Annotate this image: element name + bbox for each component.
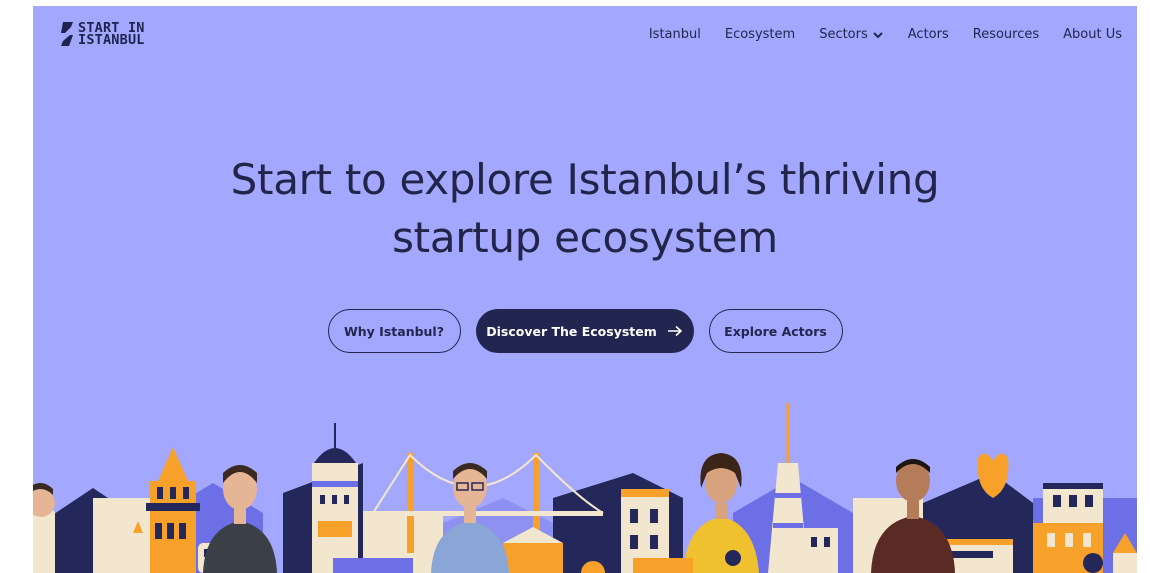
skyline-illustration [33,403,1137,573]
nav-item-label: Actors [907,27,949,42]
nav-item-label: Sectors [819,27,868,42]
why-istanbul-label: Why Istanbul? [344,323,444,339]
logo[interactable]: START IN ISTANBUL [60,21,145,47]
discover-ecosystem-button[interactable]: Discover The Ecosystem [475,309,694,353]
why-istanbul-button[interactable]: Why Istanbul? [327,309,461,353]
nav-item-label: Resources [972,27,1040,42]
hero-title-line-1: Start to explore Istanbul’s thriving [230,155,940,204]
chevron-down-icon [873,31,883,38]
logo-text: START IN ISTANBUL [78,21,145,48]
nav-item-label: Ecosystem [724,27,796,42]
explore-actors-label: Explore Actors [724,323,827,339]
cta-buttons: Why Istanbul? Discover The Ecosystem Exp… [33,309,1137,353]
explore-actors-button[interactable]: Explore Actors [708,309,843,353]
domed-building [312,423,358,573]
person-1 [33,483,55,573]
hero-title-line-2: startup ecosystem [392,213,778,262]
arrow-right-icon [667,325,682,337]
hero-title: Start to explore Istanbul’s thriving sta… [33,151,1137,267]
nav-item-actors[interactable]: Actors [908,27,949,42]
nav-item-label: Istanbul [648,27,701,42]
nav-item-istanbul[interactable]: Istanbul [649,27,701,42]
main-nav: Istanbul Ecosystem Sectors Actors Resour… [649,27,1122,42]
page: START IN ISTANBUL Istanbul Ecosystem Sec… [33,6,1137,573]
nav-item-sectors[interactable]: Sectors [819,27,884,42]
logo-line-2: ISTANBUL [78,32,145,48]
nav-item-resources[interactable]: Resources [973,27,1039,42]
discover-ecosystem-label: Discover The Ecosystem [486,323,657,339]
nav-item-about-us[interactable]: About Us [1063,27,1122,42]
nav-item-ecosystem[interactable]: Ecosystem [725,27,795,42]
nav-item-label: About Us [1063,27,1122,42]
logo-mark-icon [61,22,73,46]
